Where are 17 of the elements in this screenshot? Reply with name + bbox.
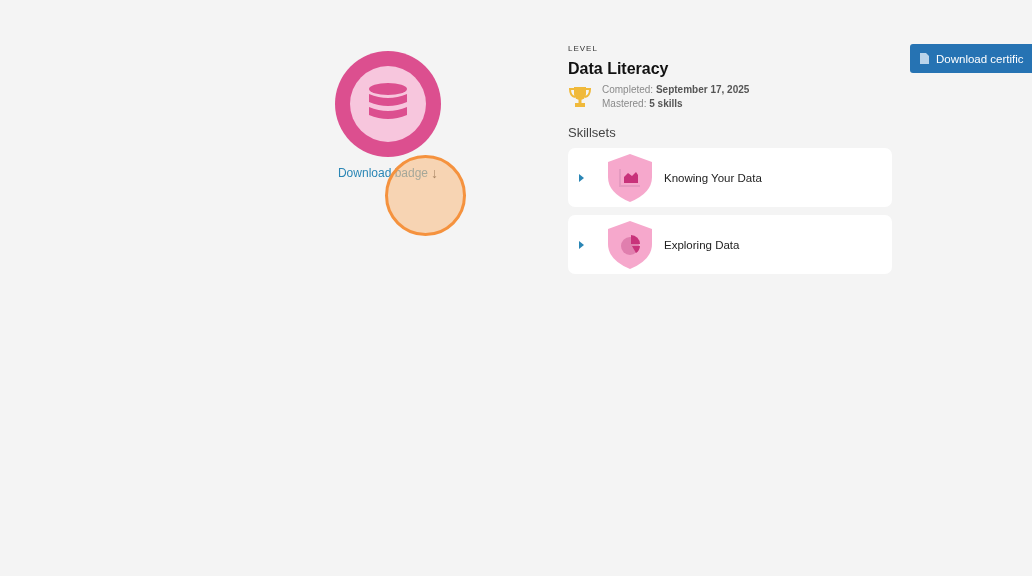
skillset-card[interactable]: Exploring Data	[568, 215, 892, 274]
download-badge-link[interactable]: Download badge ↓	[337, 165, 439, 181]
caret-icon[interactable]	[578, 173, 584, 182]
skillset-card[interactable]: Knowing Your Data	[568, 148, 892, 207]
pie-chart-icon	[621, 234, 640, 255]
completed-date: Completed: September 17, 2025	[602, 84, 750, 95]
trophy-icon	[568, 85, 592, 108]
section-label: LEVEL	[568, 44, 599, 53]
area-chart-icon	[619, 167, 641, 187]
download-certificate-button[interactable]: Download certific	[910, 44, 1032, 73]
level-title: Data Literacy	[568, 60, 670, 78]
caret-icon[interactable]	[578, 240, 584, 249]
document-icon	[920, 53, 929, 64]
mastered-count: Mastered: 5 skills	[602, 98, 684, 109]
skillset-name: Exploring Data	[664, 238, 740, 251]
skillsets-heading: Skillsets	[568, 125, 617, 140]
skillset-name: Knowing Your Data	[664, 171, 762, 184]
